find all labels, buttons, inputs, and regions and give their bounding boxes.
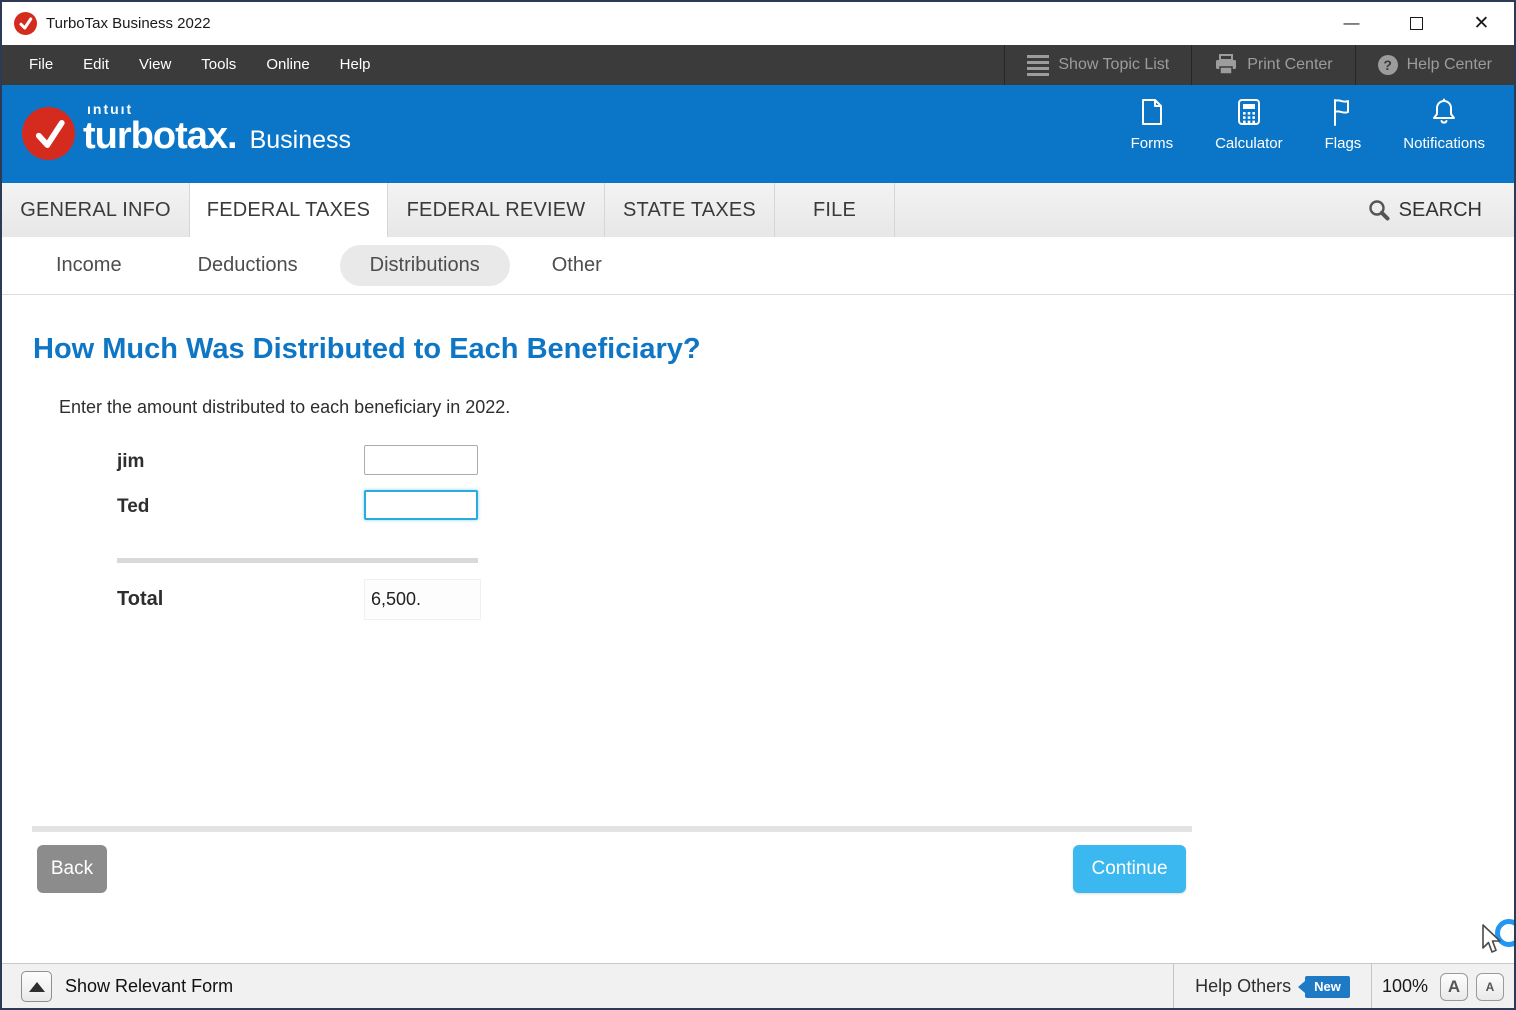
bell-icon bbox=[1433, 98, 1456, 124]
form-divider bbox=[117, 558, 478, 563]
help-center-label: Help Center bbox=[1406, 56, 1492, 73]
brand-header: ıntuıt turbotax. Business Forms Calculat… bbox=[2, 85, 1514, 183]
app-window: TurboTax Business 2022 — ✕ File Edit Vie… bbox=[0, 0, 1516, 1010]
beneficiary-label-jim: jim bbox=[117, 451, 145, 472]
forms-label: Forms bbox=[1130, 135, 1174, 152]
document-icon bbox=[1141, 99, 1162, 125]
print-center-button[interactable]: Print Center bbox=[1191, 45, 1354, 85]
flags-label: Flags bbox=[1324, 135, 1362, 152]
font-size-increase-button[interactable]: A bbox=[1440, 972, 1469, 1001]
back-button[interactable]: Back bbox=[37, 845, 107, 893]
search-button[interactable]: SEARCH bbox=[1368, 183, 1514, 237]
total-value: 6,500. bbox=[364, 579, 481, 620]
menu-view[interactable]: View bbox=[124, 45, 186, 85]
tab-general-info[interactable]: GENERAL INFO bbox=[2, 183, 190, 237]
turbotax-check-icon-large bbox=[22, 107, 75, 160]
page-title: How Much Was Distributed to Each Benefic… bbox=[33, 333, 701, 365]
menu-help[interactable]: Help bbox=[325, 45, 386, 85]
menu-edit[interactable]: Edit bbox=[68, 45, 124, 85]
edition-label: Business bbox=[249, 125, 352, 154]
menu-file[interactable]: File bbox=[14, 45, 68, 85]
notifications-button[interactable]: Notifications bbox=[1382, 98, 1506, 152]
tab-federal-review[interactable]: FEDERAL REVIEW bbox=[388, 183, 605, 237]
new-badge: New bbox=[1305, 975, 1350, 998]
print-center-label: Print Center bbox=[1247, 56, 1333, 73]
status-bar: Show Relevant Form Help Others New 100% … bbox=[2, 963, 1514, 1008]
tab-file[interactable]: FILE bbox=[775, 183, 895, 237]
turbotax-check-icon bbox=[14, 12, 37, 35]
help-center-button[interactable]: ? Help Center bbox=[1354, 45, 1514, 85]
brand-logo: ıntuıt turbotax. Business bbox=[22, 97, 351, 160]
window-controls: — ✕ bbox=[1319, 2, 1514, 45]
calculator-icon bbox=[1237, 99, 1260, 125]
zoom-controls: 100% A A bbox=[1372, 972, 1514, 1001]
amount-input-ted[interactable] bbox=[364, 490, 478, 520]
calculator-label: Calculator bbox=[1215, 135, 1283, 152]
zoom-level: 100% bbox=[1381, 976, 1429, 996]
help-others-label: Help Others bbox=[1195, 976, 1292, 996]
title-bar: TurboTax Business 2022 — ✕ bbox=[2, 2, 1514, 45]
search-label: SEARCH bbox=[1398, 198, 1482, 221]
tab-state-taxes[interactable]: STATE TAXES bbox=[605, 183, 775, 237]
maximize-icon bbox=[1410, 17, 1423, 30]
flags-button[interactable]: Flags bbox=[1304, 98, 1383, 152]
topic-list-icon bbox=[1027, 54, 1050, 76]
triangle-up-icon bbox=[28, 981, 45, 992]
main-tab-bar: GENERAL INFO FEDERAL TAXES FEDERAL REVIE… bbox=[2, 183, 1514, 237]
instruction-text: Enter the amount distributed to each ben… bbox=[59, 397, 511, 417]
menus: File Edit View Tools Online Help bbox=[2, 45, 386, 85]
menu-tools[interactable]: Tools bbox=[186, 45, 251, 85]
continue-button[interactable]: Continue bbox=[1073, 845, 1186, 893]
menu-online[interactable]: Online bbox=[251, 45, 324, 85]
forms-button[interactable]: Forms bbox=[1110, 98, 1195, 152]
subnav-income[interactable]: Income bbox=[42, 245, 136, 286]
show-relevant-form-button[interactable] bbox=[21, 971, 52, 1002]
close-button[interactable]: ✕ bbox=[1449, 2, 1514, 45]
show-topic-list-label: Show Topic List bbox=[1058, 56, 1170, 73]
tab-federal-taxes[interactable]: FEDERAL TAXES bbox=[190, 183, 388, 237]
mouse-cursor-icon bbox=[1482, 924, 1501, 953]
amount-input-jim[interactable] bbox=[364, 445, 478, 475]
minimize-button[interactable]: — bbox=[1319, 2, 1384, 45]
turbotax-wordmark: turbotax. bbox=[83, 114, 238, 157]
font-size-decrease-button[interactable]: A bbox=[1476, 972, 1505, 1001]
help-others-button[interactable]: Help Others New bbox=[1174, 975, 1371, 998]
menu-bar: File Edit View Tools Online Help Show To… bbox=[2, 45, 1514, 85]
subnav-other[interactable]: Other bbox=[538, 245, 616, 286]
calculator-button[interactable]: Calculator bbox=[1194, 98, 1304, 152]
subnav-distributions-selected[interactable]: Distributions bbox=[339, 245, 510, 286]
notifications-label: Notifications bbox=[1403, 135, 1485, 152]
beneficiary-label-ted: Ted bbox=[117, 496, 150, 517]
page-content: How Much Was Distributed to Each Benefic… bbox=[2, 295, 1514, 963]
menu-actions: Show Topic List Print Center ? Help Cent… bbox=[1004, 45, 1514, 85]
maximize-button[interactable] bbox=[1384, 2, 1449, 45]
header-toolbar: Forms Calculator Flags Notifications bbox=[1110, 98, 1506, 152]
sub-nav: Income Deductions Distributions Other bbox=[2, 237, 1514, 295]
search-icon bbox=[1368, 200, 1390, 221]
flag-icon bbox=[1333, 99, 1349, 126]
show-topic-list-button[interactable]: Show Topic List bbox=[1004, 45, 1191, 85]
show-relevant-form-label: Show Relevant Form bbox=[65, 976, 234, 996]
printer-icon bbox=[1216, 54, 1237, 75]
footer-divider bbox=[32, 826, 1192, 832]
window-title: TurboTax Business 2022 bbox=[46, 15, 211, 32]
help-icon: ? bbox=[1377, 55, 1398, 75]
total-label: Total bbox=[117, 588, 164, 610]
subnav-deductions[interactable]: Deductions bbox=[184, 245, 312, 286]
